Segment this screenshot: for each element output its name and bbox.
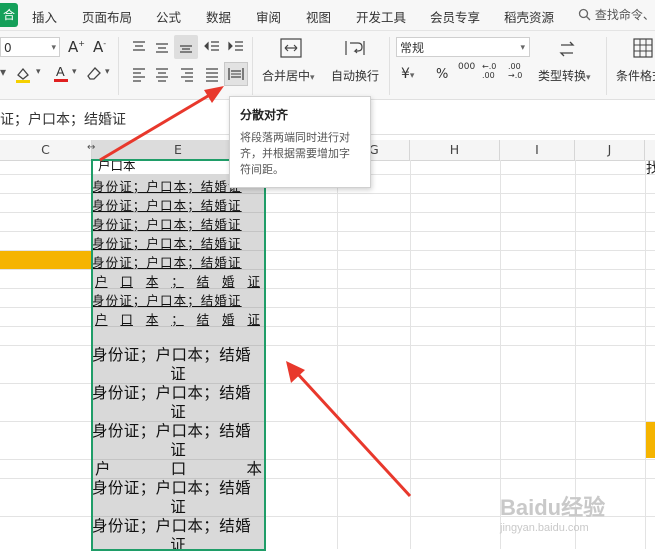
baidu-watermark: Baidu经验 jingyan.baidu.com: [500, 490, 605, 534]
watermark-brand: Baidu经验: [500, 495, 606, 520]
watermark-url: jingyan.baidu.com: [500, 522, 589, 534]
arrow-to-ribbon-icon: [99, 86, 224, 162]
arrow-to-cells: [286, 361, 412, 498]
annotation-arrows: [99, 86, 412, 498]
